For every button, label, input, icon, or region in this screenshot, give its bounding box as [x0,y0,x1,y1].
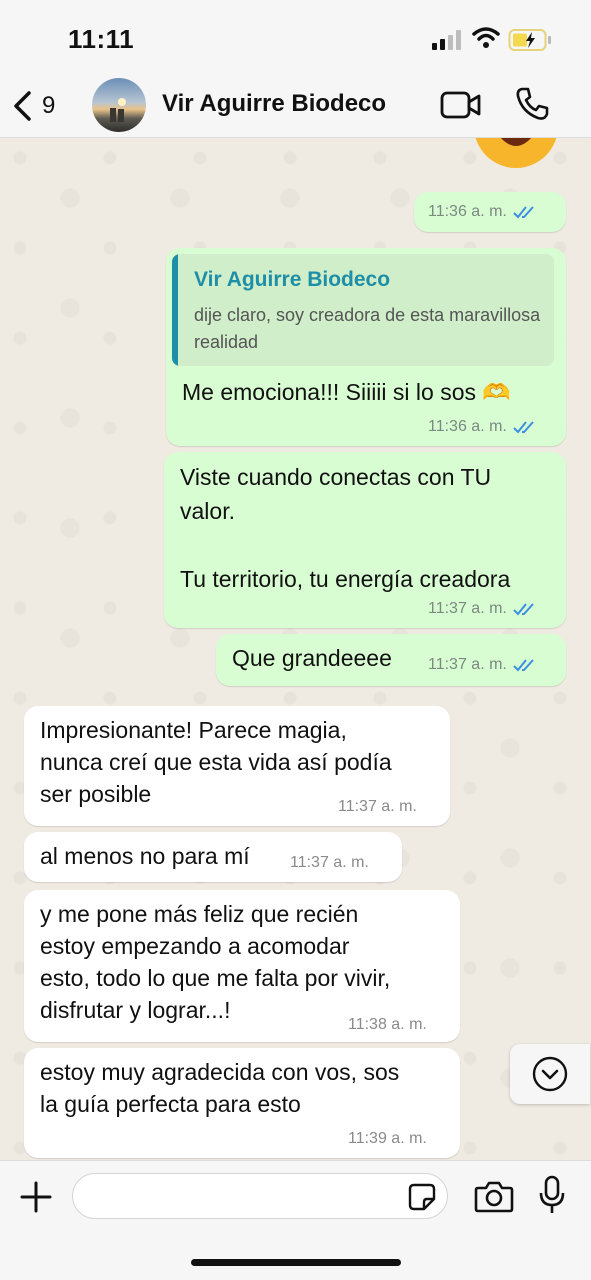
avatar[interactable] [92,78,146,132]
message-meta: 11:37 a. m. [428,656,537,674]
chat-header: 9 Vir Aguirre Biodeco [0,72,591,138]
plus-icon[interactable] [18,1179,54,1215]
phone-icon[interactable] [514,86,550,122]
heart-eyes-emoji [475,138,557,168]
message-text: Impresionante! Parece magia, nunca creí … [40,717,392,807]
message-input[interactable] [72,1173,448,1219]
double-check-icon [513,603,534,616]
chevron-down-icon [532,1056,568,1092]
message-meta: 11:36 a. m. [428,203,537,221]
message-meta: 11:36 a. m. [428,418,537,436]
home-indicator [191,1259,401,1266]
contact-name[interactable]: Vir Aguirre Biodeco [162,90,386,118]
message-outgoing[interactable]: Que grandeeee 11:37 a. m. [216,634,566,686]
status-time: 11:11 [68,24,135,54]
composer-bar [0,1160,591,1280]
message-time: 11:38 a. m. [348,1016,427,1033]
message-outgoing-reply[interactable]: Vir Aguirre Biodeco dije claro, soy crea… [166,248,566,446]
quote-text: dije claro, soy creadora de esta maravil… [194,305,541,352]
message-incoming[interactable]: y me pone más feliz que recién estoy emp… [24,890,460,1042]
battery-icon [508,29,551,51]
scroll-to-bottom-button[interactable] [510,1044,590,1104]
status-bar: 11:11 [0,0,591,72]
message-incoming[interactable]: al menos no para mí 11:37 a. m. [24,832,402,882]
message-text: al menos no para mí [40,843,250,869]
microphone-icon[interactable] [538,1175,566,1215]
double-check-icon [513,421,534,434]
message-outgoing[interactable]: Viste cuando conectas con TU valor. Tu t… [164,452,566,628]
quoted-message[interactable]: Vir Aguirre Biodeco dije claro, soy crea… [172,254,554,366]
message-text: y me pone más feliz que recién estoy emp… [40,901,391,1023]
message-incoming[interactable]: Impresionante! Parece magia, nunca creí … [24,706,450,826]
back-chevron-icon [14,91,31,121]
message-incoming[interactable]: estoy muy agradecida con vos, sos la guí… [24,1048,460,1158]
back-button[interactable]: 9 [12,86,72,126]
message-time: 11:39 a. m. [348,1130,427,1147]
message-time: 11:37 a. m. [428,656,507,673]
wifi-icon [472,27,500,48]
message-text: Viste cuando conectas con TU valor. Tu t… [180,464,511,592]
message-time: 11:37 a. m. [428,600,507,617]
message-time: 11:37 a. m. [338,798,417,815]
double-check-icon [513,659,534,672]
sticker-icon[interactable] [408,1183,436,1211]
message-meta: 11:37 a. m. [428,600,537,618]
message-text: estoy muy agradecida con vos, sos la guí… [40,1059,400,1117]
unread-count: 9 [42,92,56,119]
quote-accent-bar [172,254,178,366]
chat-area[interactable]: 11:36 a. m. Vir Aguirre Biodeco dije cla… [0,138,591,1160]
signal-icon [432,30,461,50]
message-text: Me emociona!!! Siiiii si lo sos 🫶 [182,379,512,405]
quote-author: Vir Aguirre Biodeco [194,268,391,291]
camera-icon[interactable] [474,1179,514,1213]
message-text: Que grandeeee [232,645,392,671]
message-time: 11:36 a. m. [428,203,507,220]
double-check-icon [513,206,534,219]
message-outgoing[interactable]: 11:36 a. m. [414,192,566,232]
message-time: 11:36 a. m. [428,418,507,435]
message-time: 11:37 a. m. [290,854,369,871]
video-call-icon[interactable] [440,88,482,122]
